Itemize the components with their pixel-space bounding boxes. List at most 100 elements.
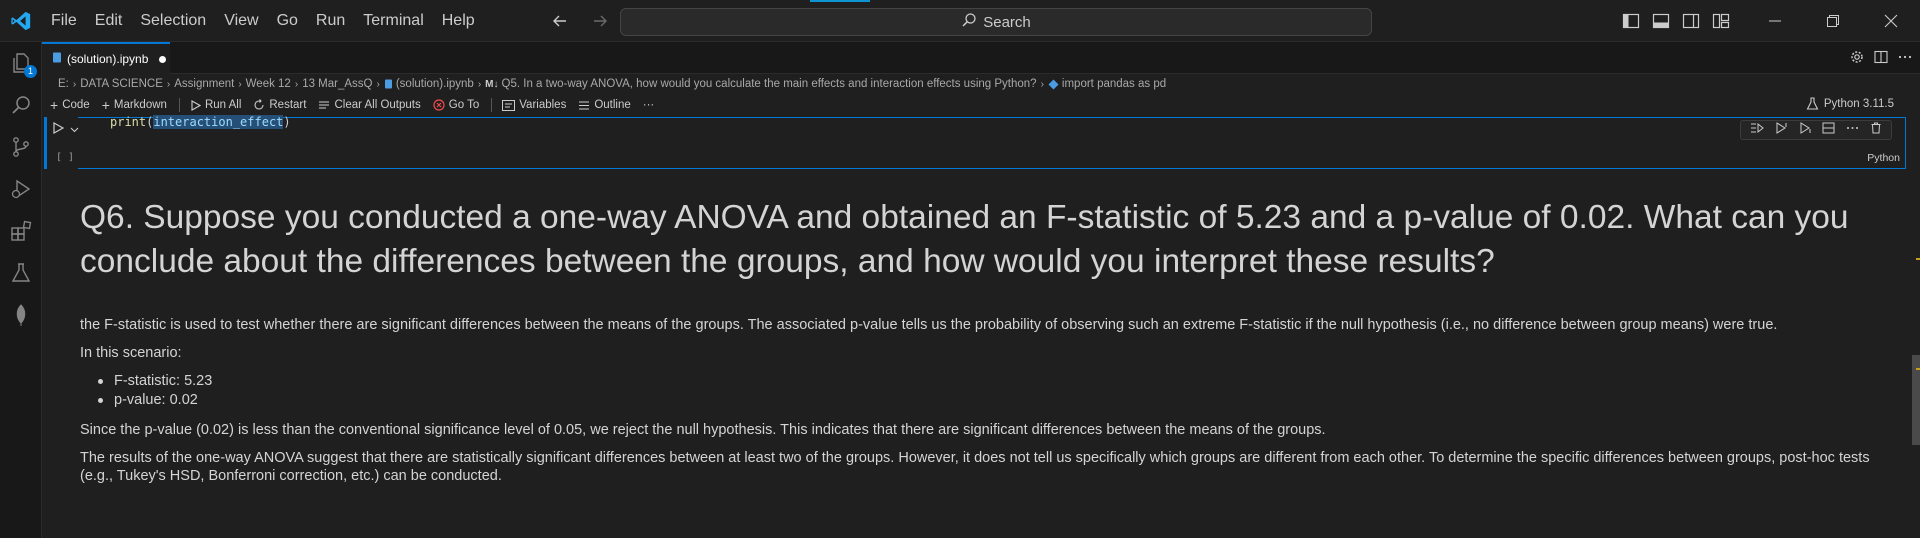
customize-layout-icon[interactable] xyxy=(1710,10,1732,32)
code-paren-close: ) xyxy=(283,115,291,129)
menu-edit[interactable]: Edit xyxy=(86,0,132,42)
search-icon[interactable] xyxy=(8,92,34,118)
variables-icon xyxy=(502,99,516,111)
breadcrumb-file[interactable]: (solution).ipynb xyxy=(384,78,474,90)
overview-ruler-marker xyxy=(1916,368,1920,370)
menu-file[interactable]: File xyxy=(42,0,86,42)
code-cell[interactable] xyxy=(78,117,1906,169)
menu-view[interactable]: View xyxy=(215,0,267,42)
command-center-search[interactable]: Search xyxy=(620,8,1372,36)
markdown-paragraph: Since the p-value (0.02) is less than th… xyxy=(80,422,1326,438)
unsaved-dot-icon[interactable] xyxy=(159,55,167,63)
execute-below-icon[interactable] xyxy=(1799,121,1812,139)
clear-outputs-button[interactable]: Clear All Outputs xyxy=(318,99,421,111)
add-markdown-button[interactable]: + Markdown xyxy=(102,97,167,113)
toggle-secondary-sidebar-icon[interactable] xyxy=(1680,10,1702,32)
kernel-label: Python 3.11.5 xyxy=(1823,97,1894,110)
play-icon xyxy=(191,99,201,111)
breadcrumb: E: › DATA SCIENCE › Assignment › Week 12… xyxy=(42,74,1920,94)
run-by-line-icon[interactable] xyxy=(1750,121,1765,139)
menu-help[interactable]: Help xyxy=(433,0,484,42)
search-label: Search xyxy=(983,13,1031,31)
menu-terminal[interactable]: Terminal xyxy=(354,0,432,42)
go-to-button[interactable]: Go To xyxy=(433,99,479,111)
run-cell-icon[interactable] xyxy=(52,121,65,139)
testing-flask-icon[interactable] xyxy=(8,260,34,286)
forward-arrow-icon[interactable] xyxy=(588,9,612,33)
code-cell-icon xyxy=(1048,79,1059,89)
breadcrumb-item[interactable]: E: xyxy=(58,78,69,90)
go-to-label: Go To xyxy=(448,99,480,111)
chevron-down-icon[interactable] xyxy=(70,121,79,139)
tab-notebook[interactable]: (solution).ipynb xyxy=(42,42,170,74)
explorer-icon[interactable]: 1 xyxy=(8,50,37,78)
execution-count: [ ] xyxy=(56,152,75,163)
run-debug-icon[interactable] xyxy=(8,176,34,202)
code-line[interactable]: print(interaction_effect) xyxy=(110,115,291,129)
markdown-paragraph: the F-statistic is used to test whether … xyxy=(80,317,1778,333)
toggle-panel-icon[interactable] xyxy=(1650,10,1672,32)
cell-more-icon[interactable] xyxy=(1846,121,1859,139)
restart-label: Restart xyxy=(269,99,307,111)
trash-icon[interactable] xyxy=(1870,121,1882,139)
markdown-heading: Q6. Suppose you conducted a one-way ANOV… xyxy=(80,199,1849,280)
notebook-file-icon xyxy=(384,79,392,89)
overview-ruler-marker xyxy=(1916,258,1920,260)
execute-above-icon[interactable] xyxy=(1775,121,1788,139)
breadcrumb-code-cell[interactable]: import pandas as pd xyxy=(1048,78,1166,90)
menu-selection[interactable]: Selection xyxy=(131,0,215,42)
menu-go[interactable]: Go xyxy=(268,0,307,42)
breadcrumb-item[interactable]: 13 Mar_AssQ xyxy=(302,78,372,90)
breadcrumb-item[interactable]: DATA SCIENCE xyxy=(80,78,163,90)
breadcrumb-file-label: (solution).ipynb xyxy=(395,78,474,90)
tab-actions xyxy=(1850,50,1912,69)
chevron-right-icon: › xyxy=(477,78,482,90)
split-editor-icon[interactable] xyxy=(1874,50,1888,69)
source-control-icon[interactable] xyxy=(8,134,34,160)
back-arrow-icon[interactable] xyxy=(548,9,572,33)
notebook-file-icon xyxy=(52,50,62,68)
toolbar-divider xyxy=(178,98,180,112)
toolbar-more-button[interactable]: ··· xyxy=(643,99,655,111)
explorer-badge: 1 xyxy=(24,65,37,78)
add-code-button[interactable]: + Code xyxy=(50,97,90,113)
markdown-list: F-statistic: 5.23 p-value: 0.02 xyxy=(98,372,1880,410)
plus-icon: + xyxy=(50,97,59,113)
chevron-right-icon: › xyxy=(166,78,171,90)
outline-list-icon xyxy=(579,100,590,110)
breadcrumb-item[interactable]: Assignment xyxy=(174,78,234,90)
breadcrumb-markdown-cell[interactable]: M↓ Q5. In a two-way ANOVA, how would you… xyxy=(485,78,1036,90)
outline-button[interactable]: Outline xyxy=(578,99,631,111)
breadcrumb-item[interactable]: Week 12 xyxy=(246,78,291,90)
gear-icon[interactable] xyxy=(1850,50,1864,69)
variables-button[interactable]: Variables xyxy=(502,99,566,111)
list-item: p-value: 0.02 xyxy=(98,391,1880,410)
minimize-icon[interactable] xyxy=(1746,0,1804,42)
toggle-primary-sidebar-icon[interactable] xyxy=(1620,10,1642,32)
tab-label: (solution).ipynb xyxy=(67,52,149,66)
cell-language-label[interactable]: Python xyxy=(1867,152,1900,164)
restart-button[interactable]: Restart xyxy=(253,99,306,111)
close-icon[interactable] xyxy=(1862,0,1920,42)
chevron-right-icon: › xyxy=(72,78,77,90)
notebook-toolbar: + Code + Markdown Run All Restart Clear … xyxy=(42,94,1920,116)
leaf-extension-icon[interactable] xyxy=(8,302,34,328)
chevron-right-icon: › xyxy=(294,78,299,90)
outline-label: Outline xyxy=(594,99,631,111)
list-item: F-statistic: 5.23 xyxy=(98,372,1880,391)
extensions-icon[interactable] xyxy=(8,218,34,244)
chevron-right-icon: › xyxy=(1040,78,1044,90)
more-actions-icon[interactable] xyxy=(1898,50,1912,69)
search-icon xyxy=(961,12,977,33)
menu-bar: File Edit Selection View Go Run Terminal… xyxy=(42,0,484,42)
layout-controls xyxy=(1620,10,1732,32)
kernel-picker[interactable]: Python 3.11.5 xyxy=(1806,97,1894,110)
cell-run-controls xyxy=(52,121,79,139)
split-cell-icon[interactable] xyxy=(1822,121,1835,139)
restore-icon[interactable] xyxy=(1804,0,1862,42)
add-markdown-label: Markdown xyxy=(113,99,167,111)
menu-run[interactable]: Run xyxy=(307,0,354,42)
run-all-button[interactable]: Run All xyxy=(190,99,241,111)
chevron-right-icon: › xyxy=(376,78,380,90)
cell-focus-indicator xyxy=(44,117,47,169)
